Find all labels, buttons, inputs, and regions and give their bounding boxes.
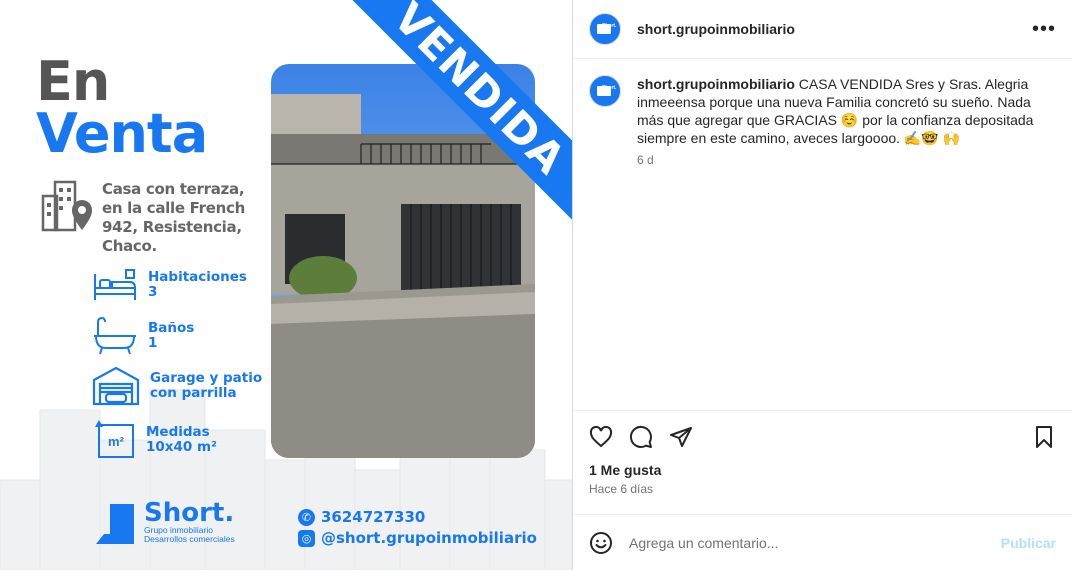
post-image[interactable]: En Venta Casa con terraza, en la calle F…	[0, 0, 572, 570]
feature-bathrooms-label: Baños	[148, 320, 195, 336]
headline-venta: Venta	[36, 102, 208, 165]
feature-area-label: Medidas	[146, 424, 210, 440]
garage-icon	[92, 366, 140, 406]
contact-phone: ✆ 3624727330	[298, 508, 425, 526]
post-details-panel: Short. short.grupoinmobiliario ••• Short…	[572, 0, 1072, 570]
brand-logo: Short. Grupo inmobiliario Desarrollos co…	[96, 500, 235, 544]
address-text: Casa con terraza, en la calle French 942…	[102, 180, 245, 255]
contact-instagram: ◎ @short.grupoinmobiliario	[298, 529, 537, 547]
share-icon[interactable]	[669, 425, 693, 449]
brand-logo-icon	[96, 504, 134, 544]
likes-count[interactable]: 1 Me gusta	[573, 462, 1072, 478]
feature-bathrooms-value: 1	[148, 335, 158, 351]
action-bar	[573, 410, 1072, 462]
comment-input[interactable]	[629, 534, 1001, 551]
more-options-icon[interactable]: •••	[1032, 18, 1056, 41]
brand-name: Short.	[144, 498, 235, 528]
feature-garage-label: Garage y patio	[150, 370, 263, 386]
brand-subtitle-2: Desarrollos comerciales	[144, 534, 235, 544]
caption-time: 6 d	[637, 153, 654, 167]
post-header: Short. short.grupoinmobiliario •••	[573, 0, 1072, 59]
whatsapp-icon: ✆	[298, 508, 315, 526]
publish-button[interactable]: Publicar	[1001, 535, 1056, 551]
feature-bedrooms-value: 3	[148, 284, 158, 300]
avatar[interactable]: Short.	[589, 13, 621, 45]
feature-area: m² Medidas 10x40 m²	[92, 420, 217, 460]
heart-icon[interactable]	[589, 425, 613, 449]
address-block: Casa con terraza, en la calle French 942…	[40, 178, 262, 256]
bookmark-icon[interactable]	[1032, 425, 1056, 449]
phone-text: 3624727330	[321, 508, 426, 526]
headline: En Venta	[36, 50, 208, 165]
comment-icon[interactable]	[629, 425, 653, 449]
feature-bedrooms-label: Habitaciones	[148, 269, 247, 285]
comment-bar: Publicar	[573, 514, 1072, 570]
post-date: Hace 6 días	[589, 482, 654, 496]
area-icon: m²	[92, 420, 136, 460]
feature-area-value: 10x40 m²	[146, 439, 217, 455]
caption-username[interactable]: short.grupoinmobiliario	[637, 76, 795, 92]
caption-avatar[interactable]: Short.	[589, 75, 621, 107]
bed-icon	[94, 269, 136, 300]
feature-garage: Garage y patio con parrilla	[92, 366, 262, 406]
header-username[interactable]: short.grupoinmobiliario	[637, 21, 795, 37]
instagram-post-view: En Venta Casa con terraza, en la calle F…	[0, 0, 1072, 570]
caption-row: Short. short.grupoinmobiliario CASA VEND…	[589, 75, 1056, 167]
emoji-icon[interactable]	[589, 531, 613, 555]
building-location-icon	[41, 180, 92, 232]
instagram-handle: @short.grupoinmobiliario	[321, 529, 537, 547]
headline-en: En	[36, 50, 110, 113]
caption-text: short.grupoinmobiliario CASA VENDIDA Sre…	[637, 76, 1034, 146]
instagram-icon: ◎	[298, 529, 315, 547]
feature-garage-value: con parrilla	[150, 385, 237, 401]
comments-section: Short. short.grupoinmobiliario CASA VEND…	[573, 59, 1072, 410]
feature-bathrooms: Baños 1	[92, 316, 194, 356]
feature-bedrooms: Habitaciones 3	[92, 268, 247, 302]
bathtub-icon	[94, 316, 136, 355]
